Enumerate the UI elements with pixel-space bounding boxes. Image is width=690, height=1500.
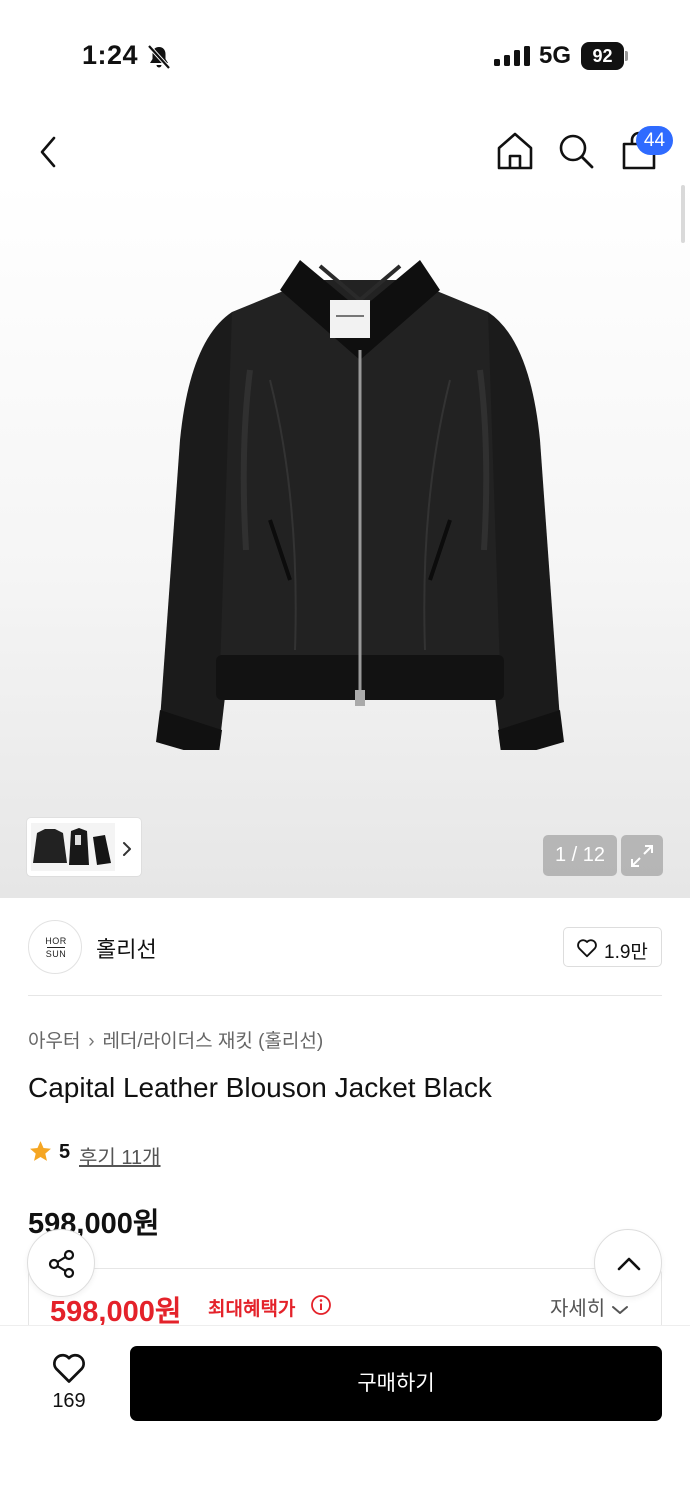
product-image-gallery[interactable] — [0, 180, 690, 898]
chevron-down-icon — [612, 1305, 629, 1314]
chevron-right-icon[interactable] — [120, 838, 134, 860]
breadcrumb-category[interactable]: 아우터 — [28, 1031, 80, 1052]
expand-icon — [631, 845, 653, 867]
battery-icon: 92 — [581, 42, 629, 70]
info-icon[interactable] — [310, 1294, 332, 1316]
benefit-label: 최대혜택가 — [208, 1299, 296, 1320]
thumbnail-images — [31, 823, 115, 871]
brand-logo-text-top: HOR — [45, 936, 67, 946]
expand-button[interactable] — [621, 835, 663, 876]
share-button[interactable] — [27, 1229, 95, 1297]
divider — [28, 995, 662, 996]
product-like-count: 169 — [52, 1390, 86, 1412]
benefit-detail-toggle[interactable]: 자세히 — [550, 1292, 629, 1321]
product-like-button[interactable]: 169 — [36, 1346, 102, 1416]
signal-icon — [494, 46, 530, 66]
benefit-detail-label: 자세히 — [550, 1298, 606, 1320]
image-counter: 1 / 12 — [543, 835, 617, 876]
star-icon — [30, 1141, 51, 1161]
rating-value: 5 — [59, 1141, 71, 1163]
brand-logo[interactable]: HOR SUN — [28, 920, 82, 974]
chevron-right-icon: › — [88, 1031, 95, 1052]
share-icon — [48, 1249, 75, 1279]
status-bar: 1:24 5G 92 — [0, 0, 690, 112]
brand-logo-text-bottom: SUN — [45, 949, 67, 959]
heart-icon — [53, 1353, 85, 1383]
breadcrumb: 아우터 › 레더/라이더스 재킷 (홀리선) — [28, 1026, 323, 1053]
battery-level: 92 — [581, 42, 624, 70]
bell-slash-icon — [147, 44, 171, 70]
brand-name[interactable]: 홀리선 — [96, 932, 157, 964]
scroll-top-button[interactable] — [594, 1229, 662, 1297]
product-title: Capital Leather Blouson Jacket Black — [28, 1072, 492, 1103]
search-icon[interactable] — [556, 130, 596, 172]
heart-icon — [577, 939, 597, 958]
scroll-indicator — [681, 185, 685, 243]
cart-count-badge: 44 — [636, 126, 673, 155]
buy-button[interactable]: 구매하기 — [130, 1346, 662, 1421]
back-icon[interactable] — [30, 130, 70, 174]
status-time: 1:24 — [82, 40, 139, 70]
home-icon[interactable] — [494, 130, 536, 172]
chevron-up-icon — [617, 1257, 641, 1271]
brand-like-button[interactable]: 1.9만 — [563, 927, 662, 967]
product-image — [156, 260, 564, 750]
brand-like-count: 1.9만 — [604, 942, 648, 963]
breadcrumb-subcategory[interactable]: 레더/라이더스 재킷 (홀리선) — [102, 1031, 323, 1052]
network-label: 5G — [539, 42, 572, 69]
review-link[interactable]: 후기 11개 — [79, 1141, 161, 1170]
